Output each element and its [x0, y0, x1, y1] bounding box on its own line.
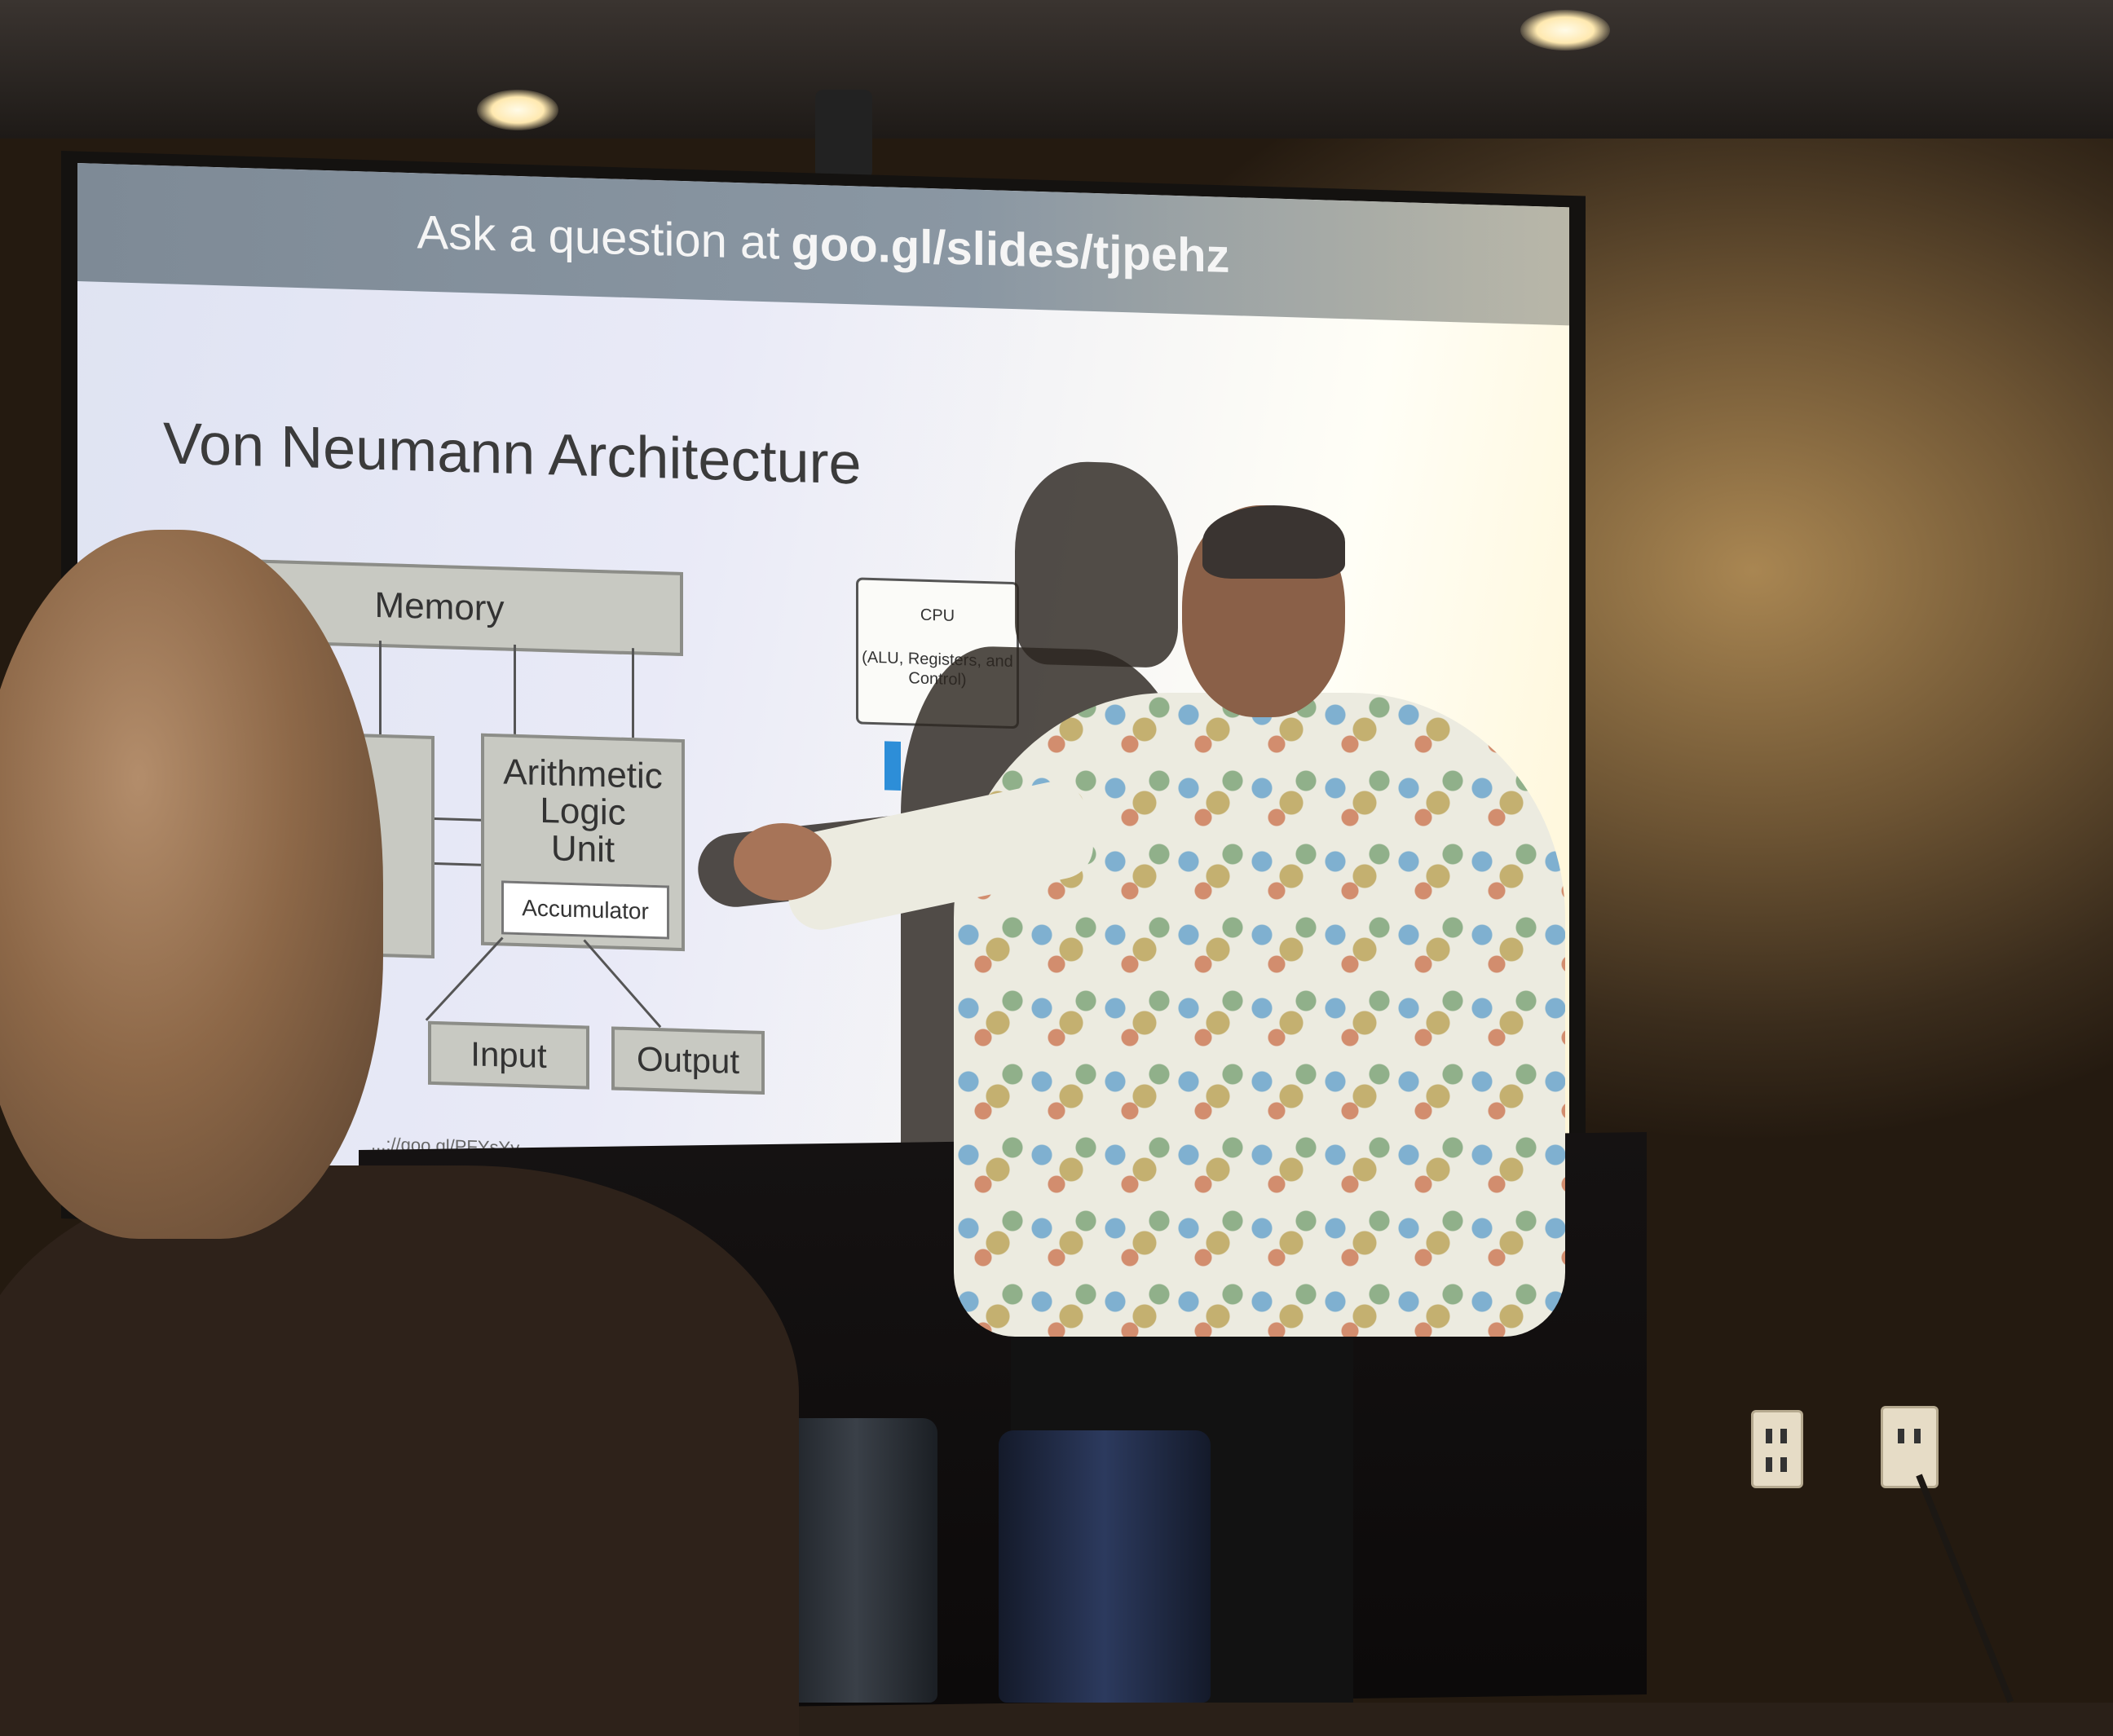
cpu-bus-arrow: [884, 741, 901, 791]
presenter-hand: [734, 823, 832, 901]
banner-link: goo.gl/slides/tjpehz: [791, 216, 1230, 283]
alu-label-line3: Unit: [550, 828, 615, 870]
output-box: Output: [611, 1026, 765, 1095]
alu-label-line1: Arithmetic: [503, 751, 663, 797]
arrow-alu-control: [428, 861, 481, 866]
arrow-memory-control: [379, 640, 382, 735]
arrow-alu-memory: [514, 644, 516, 734]
arrow-input-alu: [425, 936, 504, 1021]
water-bottle-blue: [999, 1430, 1211, 1703]
input-label: Input: [470, 1034, 547, 1076]
arrow-control-alu: [428, 817, 481, 822]
presenter-shadow-head: [1015, 460, 1178, 669]
wall-outlet-right: [1881, 1406, 1939, 1488]
audience-member-body: [0, 1165, 799, 1736]
ceiling-light-right: [1520, 10, 1610, 51]
alu-label-line2: Logic: [540, 791, 626, 834]
banner-prefix: Ask a question at: [417, 205, 780, 270]
slide-title: Von Neumann Architecture: [163, 411, 862, 497]
output-label: Output: [636, 1039, 740, 1082]
accumulator-box: Accumulator: [501, 880, 669, 940]
arrow-alu-output: [583, 939, 662, 1029]
arrow-memory-alu: [632, 648, 634, 738]
memory-label: Memory: [374, 584, 505, 629]
projector-mount: [815, 90, 872, 179]
input-box: Input: [428, 1020, 589, 1090]
wall-outlet-left: [1751, 1410, 1803, 1488]
water-bottle-dark: [774, 1418, 937, 1703]
cpu-title: CPU: [920, 606, 955, 625]
presenter-hair: [1202, 505, 1345, 579]
ceiling-light-left: [477, 90, 558, 130]
ceiling: [0, 0, 2113, 139]
